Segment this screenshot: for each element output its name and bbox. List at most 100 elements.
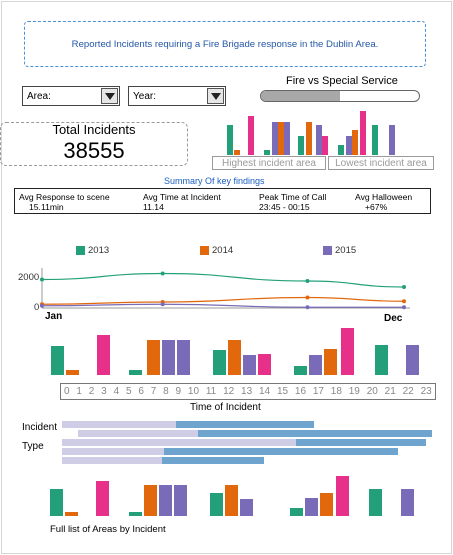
series-point[interactable]	[305, 305, 310, 310]
hour-tick-label[interactable]: 6	[138, 386, 144, 397]
hour-tick-label[interactable]: 13	[241, 386, 252, 397]
area-bar[interactable]	[129, 512, 142, 516]
hour-tick-label[interactable]: 17	[313, 386, 324, 397]
area-bar[interactable]	[159, 485, 172, 516]
hour-bar[interactable]	[228, 340, 241, 375]
chevron-down-icon[interactable]	[207, 88, 224, 104]
hour-bar[interactable]	[258, 354, 271, 375]
series-line-2015[interactable]	[41, 303, 404, 308]
hour-bar[interactable]	[213, 350, 226, 375]
type-bar[interactable]	[198, 430, 432, 437]
area-bar[interactable]	[305, 498, 318, 516]
hour-bar[interactable]	[177, 340, 190, 375]
hour-tick-label[interactable]: 14	[259, 386, 270, 397]
hour-tick-label[interactable]: 20	[367, 386, 378, 397]
hour-tick-label[interactable]: 4	[114, 386, 120, 397]
hour-tick-label[interactable]: 11	[206, 386, 216, 397]
area-bar[interactable]	[360, 111, 366, 155]
hour-tick-label[interactable]: 21	[385, 386, 396, 397]
area-bar[interactable]	[401, 489, 414, 516]
hour-tick-label[interactable]: 1	[76, 386, 82, 397]
series-point[interactable]	[160, 271, 165, 276]
area-bar[interactable]	[352, 130, 358, 155]
series-point[interactable]	[402, 285, 406, 289]
hour-bar[interactable]	[341, 328, 354, 375]
hour-bar[interactable]	[309, 355, 322, 375]
area-bar[interactable]	[96, 481, 109, 516]
type-bar[interactable]	[164, 448, 398, 455]
legend-2015[interactable]: 2015	[323, 245, 356, 256]
hour-bar[interactable]	[51, 346, 64, 375]
area-dropdown[interactable]: Area:	[22, 86, 120, 106]
hour-tick-label[interactable]: 2	[89, 386, 95, 397]
hour-bar[interactable]	[243, 355, 256, 375]
hour-tick-label[interactable]: 10	[188, 386, 199, 397]
area-bar[interactable]	[50, 489, 63, 516]
series-line-2013[interactable]	[41, 272, 405, 288]
area-bar[interactable]	[389, 125, 395, 155]
area-bar[interactable]	[278, 122, 284, 155]
area-bar[interactable]	[65, 512, 78, 516]
hour-bar[interactable]	[66, 370, 79, 375]
area-bar[interactable]	[298, 136, 304, 155]
area-bar[interactable]	[346, 136, 352, 155]
type-bar[interactable]	[162, 457, 264, 464]
hour-bar[interactable]	[406, 345, 419, 375]
hour-bar[interactable]	[294, 366, 307, 375]
hour-tick-label[interactable]: 22	[403, 386, 414, 397]
hour-tick-label[interactable]: 12	[223, 386, 234, 397]
series-point[interactable]	[305, 279, 310, 283]
area-bar[interactable]	[225, 485, 238, 516]
hour-tick-label[interactable]: 3	[101, 386, 107, 397]
lowest-area-button[interactable]: Lowest incident area	[328, 156, 434, 170]
hour-bar[interactable]	[324, 349, 337, 375]
type-bar[interactable]	[296, 439, 426, 446]
type-bar[interactable]	[176, 421, 314, 428]
legend-2014[interactable]: 2014	[200, 245, 233, 256]
area-bar[interactable]	[316, 125, 322, 155]
series-point[interactable]	[40, 277, 44, 282]
hour-tick-label[interactable]: 16	[295, 386, 306, 397]
hour-tick-label[interactable]: 0	[64, 386, 70, 397]
hour-bar[interactable]	[375, 345, 388, 375]
hour-tick-label[interactable]: 9	[176, 386, 182, 397]
series-line-2014[interactable]	[41, 296, 405, 305]
area-bar[interactable]	[210, 493, 223, 516]
hour-tick-label[interactable]: 15	[277, 386, 288, 397]
hour-tick-label[interactable]: 8	[163, 386, 169, 397]
area-bar[interactable]	[306, 122, 312, 155]
area-bar[interactable]	[264, 150, 270, 155]
series-point[interactable]	[402, 299, 406, 304]
area-bar[interactable]	[144, 485, 157, 516]
area-bar[interactable]	[372, 125, 378, 155]
area-bar[interactable]	[284, 122, 290, 155]
area-bar[interactable]	[322, 136, 328, 155]
hour-bar[interactable]	[129, 370, 142, 375]
series-point[interactable]	[305, 295, 310, 300]
fire-vs-special-slider[interactable]	[260, 90, 420, 102]
hour-tick-label[interactable]: 18	[331, 386, 342, 397]
hour-tick-label[interactable]: 19	[349, 386, 360, 397]
hour-bar[interactable]	[97, 335, 110, 375]
area-bar[interactable]	[336, 476, 349, 516]
area-bar[interactable]	[174, 485, 187, 516]
area-bar[interactable]	[338, 145, 344, 155]
series-point[interactable]	[40, 303, 44, 308]
area-bar[interactable]	[248, 116, 254, 155]
year-dropdown[interactable]: Year:	[128, 86, 226, 106]
hour-tick-label[interactable]: 5	[126, 386, 132, 397]
time-of-incident-axis[interactable]: 0 1 2 3 4 5 6 7 8 9 10 11 12 13 14 15 16 17 18 19 20 21 22 23	[60, 383, 436, 400]
highest-area-button[interactable]: Highest incident area	[212, 156, 326, 170]
legend-2013[interactable]: 2013	[76, 245, 109, 256]
area-bar[interactable]	[369, 489, 382, 516]
area-bar[interactable]	[240, 499, 253, 516]
hour-bar[interactable]	[162, 340, 175, 375]
hour-tick-label[interactable]: 23	[421, 386, 432, 397]
series-point[interactable]	[402, 305, 406, 310]
area-bar[interactable]	[290, 508, 303, 516]
hour-tick-label[interactable]: 7	[151, 386, 157, 397]
hour-bar[interactable]	[147, 340, 160, 375]
series-point[interactable]	[160, 302, 165, 307]
area-bar[interactable]	[227, 125, 233, 155]
area-bar[interactable]	[234, 150, 240, 155]
